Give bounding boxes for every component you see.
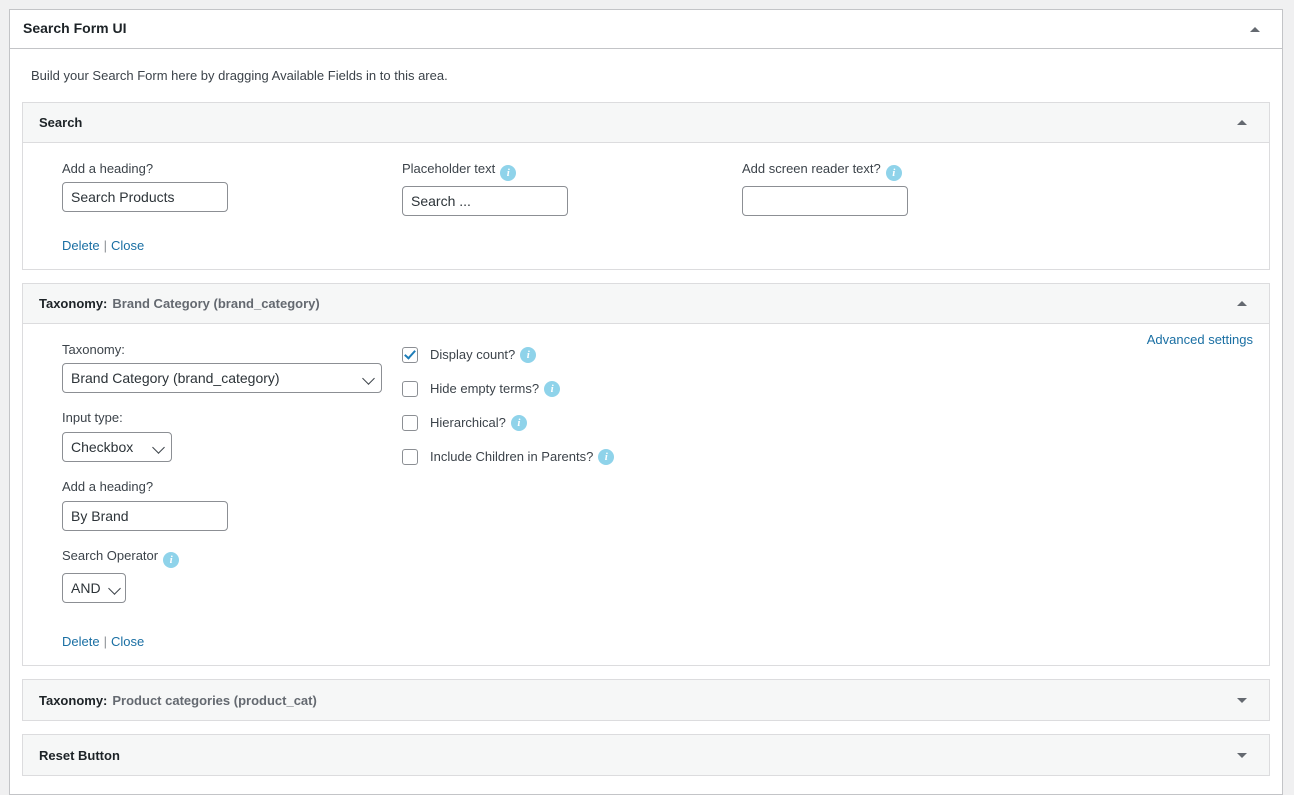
field-panel-taxonomy-product-cat-toggle[interactable] [1227, 685, 1257, 715]
taxonomy-heading-group: Add a heading? [62, 479, 402, 532]
triangle-down-icon [1237, 697, 1247, 703]
info-icon[interactable]: i [544, 380, 561, 397]
taxonomy-value: Product categories (product_cat) [112, 692, 317, 708]
taxonomy-select-wrap: Brand Category (brand_category) [62, 363, 382, 394]
search-placeholder-label: Placeholder text i [402, 161, 742, 181]
intro-text: Build your Search Form here by dragging … [31, 68, 448, 83]
info-icon[interactable]: i [163, 552, 180, 569]
input-type-label: Input type: [62, 410, 123, 426]
taxonomy-close-link[interactable]: Close [111, 634, 144, 649]
field-panel-reset-button-title: Reset Button [39, 747, 120, 763]
search-placeholder-group: Placeholder text i [402, 161, 742, 216]
field-panel-search-body: Add a heading? Placeholder texti Add scr… [23, 143, 1269, 269]
taxonomy-select[interactable]: Brand Category (brand_category) [62, 363, 382, 394]
search-heading-label: Add a heading? [62, 160, 154, 176]
field-panel-reset-button: Reset Button [22, 734, 1270, 777]
postbox-header: Search Form UI [10, 10, 1282, 49]
field-panel-search-header[interactable]: Search [23, 102, 1269, 143]
taxonomy-options-column: Display count? i Hide empty terms? i Hie… [402, 342, 1253, 621]
triangle-up-icon [1237, 300, 1247, 306]
postbox-toggle-button[interactable] [1240, 14, 1270, 44]
action-separator: | [103, 634, 107, 650]
option-include-children[interactable]: Include Children in Parents? i [402, 448, 1253, 465]
field-panel-taxonomy-brand-body: Advanced settings Taxonomy: Brand Catego… [23, 324, 1269, 666]
search-operator-label-text: Search Operator [62, 548, 159, 564]
search-placeholder-input[interactable] [402, 185, 568, 216]
field-panel-search-title: Search [39, 114, 83, 130]
search-operator-label: Search Operator i [62, 548, 402, 569]
include-children-checkbox[interactable] [402, 448, 418, 465]
field-panel-taxonomy-product-cat: Taxonomy: Product categories (product_cat… [22, 679, 1270, 722]
search-screenreader-group: Add screen reader text? i [742, 161, 1082, 216]
input-type-select-wrap: Checkbox [62, 432, 172, 463]
taxonomy-delete-link[interactable]: Delete [62, 634, 100, 649]
field-panel-taxonomy-product-cat-header[interactable]: Taxonomy: Product categories (product_cat… [23, 680, 1269, 721]
taxonomy-actions: Delete | Close [62, 634, 1253, 649]
search-operator-select-wrap: AND [62, 573, 126, 604]
info-icon[interactable]: i [510, 414, 527, 431]
taxonomy-select-label: Taxonomy: [62, 341, 125, 357]
search-heading-group: Add a heading? [39, 161, 402, 216]
info-icon[interactable]: i [520, 346, 537, 363]
field-panel-taxonomy-product-cat-title: Taxonomy: Product categories (product_cat… [39, 693, 317, 708]
search-heading-input[interactable] [62, 182, 228, 213]
display-count-checkbox[interactable] [402, 346, 418, 363]
field-panel-taxonomy-brand-toggle[interactable] [1227, 288, 1257, 318]
taxonomy-select-group: Taxonomy: Brand Category (brand_category… [62, 342, 402, 394]
page-title: Search Form UI [23, 20, 127, 37]
option-display-count[interactable]: Display count? i [402, 346, 1253, 363]
info-icon[interactable]: i [598, 448, 615, 465]
triangle-up-icon [1250, 26, 1260, 32]
search-placeholder-label-text: Placeholder text [402, 160, 496, 176]
option-hide-empty-terms[interactable]: Hide empty terms? i [402, 380, 1253, 397]
taxonomy-heading-label: Add a heading? [62, 479, 154, 495]
taxonomy-left-column: Taxonomy: Brand Category (brand_category… [39, 342, 402, 621]
hierarchical-checkbox[interactable] [402, 414, 418, 431]
search-operator-select[interactable]: AND [62, 573, 126, 604]
input-type-select[interactable]: Checkbox [62, 432, 172, 463]
display-count-label: Display count? [430, 347, 516, 362]
triangle-up-icon [1237, 119, 1247, 125]
triangle-down-icon [1237, 752, 1247, 758]
field-panel-taxonomy-brand: Taxonomy: Brand Category (brand_category)… [22, 282, 1270, 667]
hide-empty-terms-label: Hide empty terms? [430, 381, 540, 396]
hide-empty-terms-checkbox[interactable] [402, 380, 418, 397]
field-panel-search-toggle[interactable] [1227, 107, 1257, 137]
search-operator-group: Search Operator i AND [62, 548, 402, 604]
hierarchical-label: Hierarchical? [430, 415, 506, 430]
field-panel-reset-button-header[interactable]: Reset Button [23, 735, 1269, 776]
taxonomy-label: Taxonomy: [39, 295, 108, 311]
info-icon[interactable]: i [885, 164, 902, 181]
include-children-label: Include Children in Parents? [430, 449, 594, 464]
advanced-settings-link[interactable]: Advanced settings [1147, 332, 1253, 347]
search-screenreader-input[interactable] [742, 185, 908, 216]
input-type-group: Input type: Checkbox [62, 410, 402, 463]
field-panel-taxonomy-brand-title: Taxonomy: Brand Category (brand_category) [39, 296, 320, 311]
taxonomy-value: Brand Category (brand_category) [112, 295, 320, 311]
search-actions: Delete | Close [62, 238, 1253, 253]
option-hierarchical[interactable]: Hierarchical? i [402, 414, 1253, 431]
action-separator: | [103, 237, 107, 253]
search-delete-link[interactable]: Delete [62, 238, 100, 253]
field-panel-search: Search Add a heading? Placeholder texti [22, 101, 1270, 270]
field-panel-reset-button-toggle[interactable] [1227, 740, 1257, 770]
field-panel-taxonomy-brand-header[interactable]: Taxonomy: Brand Category (brand_category) [23, 283, 1269, 324]
postbox-body: Build your Search Form here by dragging … [10, 49, 1282, 794]
search-close-link[interactable]: Close [111, 238, 144, 253]
info-icon[interactable]: i [500, 164, 517, 181]
taxonomy-heading-input[interactable] [62, 501, 228, 532]
search-form-ui-postbox: Search Form UI Build your Search Form he… [9, 9, 1283, 795]
search-screenreader-label-text: Add screen reader text? [742, 160, 881, 176]
search-screenreader-label: Add screen reader text? i [742, 161, 1082, 181]
taxonomy-label: Taxonomy: [39, 692, 108, 708]
